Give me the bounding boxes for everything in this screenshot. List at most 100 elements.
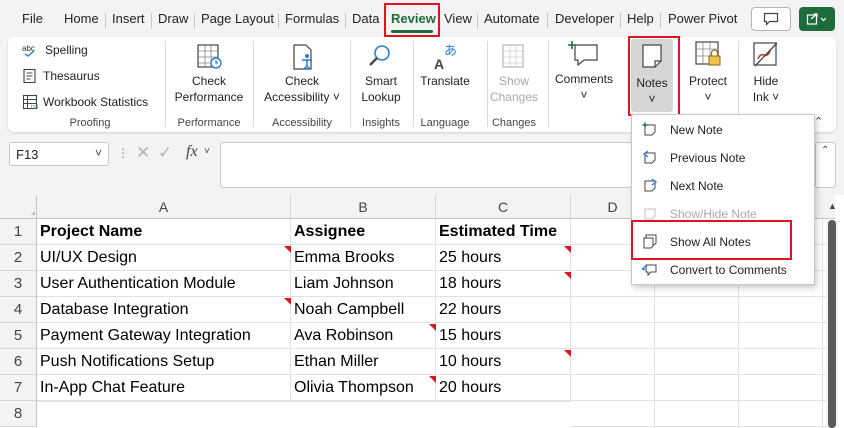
scroll-thumb[interactable] [828, 220, 836, 428]
translate-button[interactable]: あA Translate [418, 43, 472, 89]
menu-item-label: Show/Hide Note [670, 207, 757, 221]
table-cell[interactable]: Emma Brooks [291, 245, 436, 271]
table-cell[interactable]: 18 hours [436, 271, 571, 297]
row-header-5[interactable]: 5 [0, 323, 37, 349]
notes-button[interactable]: Notes ˅ [631, 39, 673, 112]
table-cell[interactable]: Payment Gateway Integration [37, 323, 291, 349]
table-cell[interactable]: UI/UX Design [37, 245, 291, 271]
row-header-2[interactable]: 2 [0, 245, 37, 271]
column-header-b[interactable]: B [291, 195, 436, 219]
insert-function-button[interactable]: fx [186, 143, 198, 161]
table-cell[interactable]: Olivia Thompson [291, 375, 436, 401]
column-header-c[interactable]: C [436, 195, 571, 219]
empty-row-8[interactable] [37, 401, 571, 428]
smart-lookup-button[interactable]: Smart Lookup [356, 43, 406, 105]
name-box-dropdown-icon[interactable]: ˅ [95, 146, 102, 160]
menu-item-new-note[interactable]: New Note [632, 116, 814, 144]
note-indicator [564, 350, 571, 357]
vertical-scrollbar[interactable]: ▲ [826, 201, 838, 428]
language-group-label: Language [420, 117, 470, 129]
select-all-corner[interactable] [0, 195, 37, 219]
table-cell[interactable]: Ava Robinson [291, 323, 436, 349]
tab-divider [477, 13, 478, 29]
show-changes-button: Show Changes [489, 43, 539, 105]
menu-item-next-note[interactable]: Next Note [632, 172, 814, 200]
tab-divider [105, 13, 106, 29]
note-indicator [284, 246, 291, 253]
row-header-8[interactable]: 8 [0, 401, 37, 427]
insert-function-dropdown-icon[interactable]: ˅ [204, 146, 210, 157]
table-cell[interactable]: In-App Chat Feature [37, 375, 291, 401]
formula-input[interactable] [220, 142, 632, 188]
comments-pane-button[interactable] [751, 7, 791, 31]
menu-bar: File Home Insert Draw Page Layout Formul… [0, 0, 844, 36]
check-performance-button[interactable]: Check Performance [171, 43, 247, 105]
protect-button[interactable]: Protect ˅ [682, 39, 734, 105]
menu-item-label: Show All Notes [670, 235, 751, 249]
table-cell[interactable]: Noah Campbell [291, 297, 436, 323]
share-button[interactable] [799, 7, 835, 31]
note-indicator [564, 246, 571, 253]
table-cell[interactable]: 15 hours [436, 323, 571, 349]
performance-group-label: Performance [177, 117, 241, 129]
row-header-3[interactable]: 3 [0, 271, 37, 297]
expand-formula-bar-icon[interactable]: ⌃ [821, 145, 829, 156]
table-cell[interactable]: 20 hours [436, 375, 571, 401]
spelling-button[interactable]: abc Spelling [22, 43, 88, 57]
table-cell[interactable]: 22 hours [436, 297, 571, 323]
table-cell[interactable]: Database Integration [37, 297, 291, 323]
show-changes-label-2: Changes [489, 90, 539, 104]
menu-item-show-all-notes[interactable]: Show All Notes [632, 228, 814, 256]
scroll-up-icon[interactable]: ▲ [828, 201, 837, 211]
menu-item-previous-note[interactable]: Previous Note [632, 144, 814, 172]
table-cell[interactable]: User Authentication Module [37, 271, 291, 297]
table-header-project-name[interactable]: Project Name [37, 219, 291, 245]
previous-note-icon [642, 150, 656, 164]
row-header-7[interactable]: 7 [0, 375, 37, 401]
tab-developer[interactable]: Developer [555, 11, 614, 26]
row-header-6[interactable]: 6 [0, 349, 37, 375]
enter-entry-icon[interactable]: ✓ [158, 143, 172, 163]
table-header-assignee[interactable]: Assignee [291, 219, 436, 245]
check-performance-label-2: Performance [174, 90, 244, 104]
thesaurus-button[interactable]: Thesaurus [22, 68, 100, 84]
table-cell[interactable]: Liam Johnson [291, 271, 436, 297]
workbook-statistics-button[interactable]: 123 Workbook Statistics [22, 94, 148, 110]
tab-data[interactable]: Data [352, 11, 379, 26]
cancel-entry-icon[interactable]: ✕ [136, 143, 150, 163]
menu-item-convert-to-comments[interactable]: Convert to Comments [632, 256, 814, 284]
tab-review[interactable]: Review [391, 11, 436, 26]
note-indicator [284, 298, 291, 305]
menu-item-label: Next Note [670, 179, 724, 193]
hide-ink-button[interactable]: Hide Ink ˅ [742, 39, 790, 105]
tab-page-layout[interactable]: Page Layout [201, 11, 274, 26]
tab-automate[interactable]: Automate [484, 11, 540, 26]
comments-label: Comments [554, 72, 613, 86]
row-header-1[interactable]: 1 [0, 219, 37, 245]
collapse-ribbon-icon[interactable]: ⌃ [814, 115, 823, 128]
tab-divider [345, 13, 346, 29]
tab-help[interactable]: Help [627, 11, 654, 26]
check-accessibility-button[interactable]: Check Accessibility ˅ [260, 43, 344, 105]
tab-power-pivot[interactable]: Power Pivot [668, 11, 737, 26]
tab-formulas[interactable]: Formulas [285, 11, 339, 26]
tab-view[interactable]: View [444, 11, 472, 26]
notes-label: Notes [636, 76, 668, 90]
show-changes-icon [502, 44, 524, 68]
table-cell[interactable]: 25 hours [436, 245, 571, 271]
table-header-estimated-time[interactable]: Estimated Time [436, 219, 571, 245]
protect-label: Protect [688, 74, 727, 88]
tab-insert[interactable]: Insert [112, 11, 145, 26]
tab-draw[interactable]: Draw [158, 11, 188, 26]
tab-home[interactable]: Home [64, 11, 99, 26]
table-cell[interactable]: 10 hours [436, 349, 571, 375]
name-box[interactable]: F13 ˅ [9, 142, 109, 166]
comments-button[interactable]: Comments ˅ [551, 39, 617, 103]
table-cell[interactable]: Push Notifications Setup [37, 349, 291, 375]
note-indicator [429, 376, 436, 383]
tab-file[interactable]: File [22, 11, 43, 26]
column-header-a[interactable]: A [37, 195, 291, 219]
tab-divider [278, 13, 279, 29]
table-cell[interactable]: Ethan Miller [291, 349, 436, 375]
row-header-4[interactable]: 4 [0, 297, 37, 323]
